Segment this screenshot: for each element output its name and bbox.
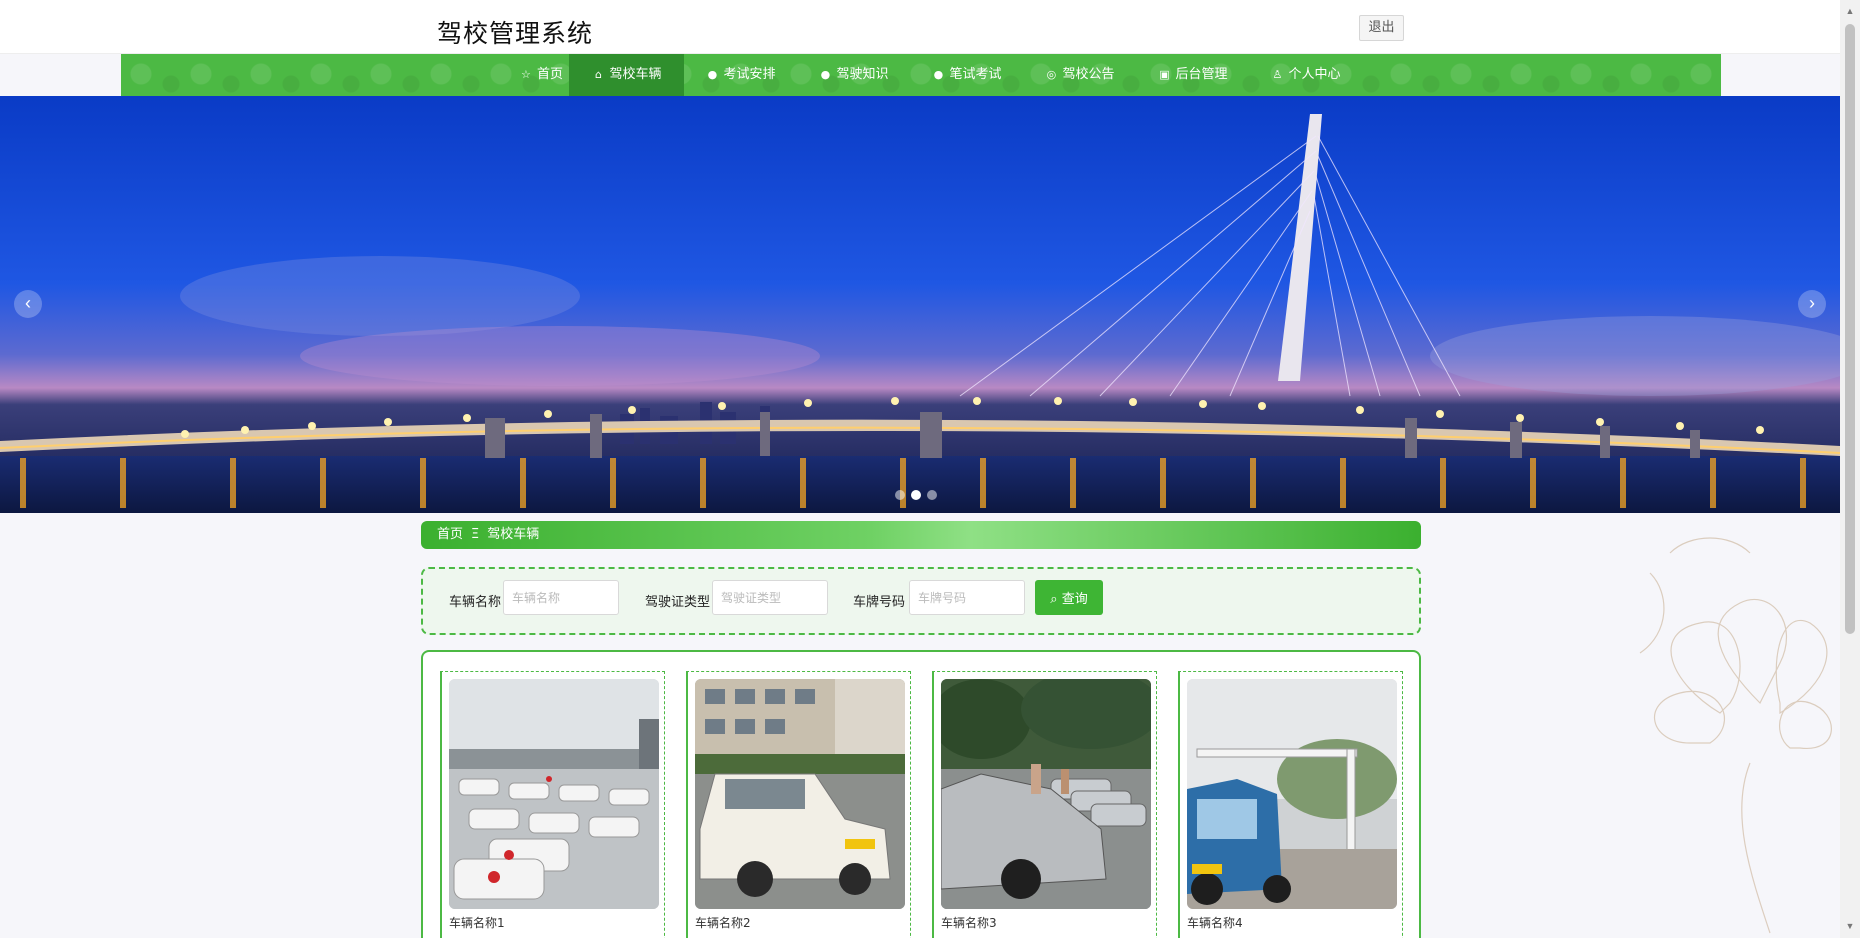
license-type-label: 驾驶证类型 (645, 595, 711, 610)
vehicle-card[interactable]: 车辆名称2 (686, 671, 911, 938)
carousel-prev-button[interactable]: ‹ (14, 290, 42, 318)
nav-item-profile[interactable]: ♙ 个人中心 (1249, 54, 1362, 96)
scroll-up-arrow-icon[interactable]: ▲ (1844, 5, 1856, 17)
nav-item-announcements[interactable]: ◎ 驾校公告 (1023, 54, 1136, 96)
scrollbar-thumb[interactable] (1845, 24, 1855, 634)
breadcrumb-home-link[interactable]: 首页 (437, 527, 463, 542)
logout-button[interactable]: 退出 (1359, 15, 1404, 41)
nav-item-label: 驾驶知识 (836, 67, 889, 82)
breadcrumb-separator: Ξ (471, 527, 480, 542)
site-title: 驾校管理系统 (437, 19, 594, 48)
plate-number-label: 车牌号码 (853, 595, 906, 610)
vehicle-image (449, 679, 659, 909)
user-icon: ♙ (1272, 68, 1283, 81)
vehicle-name-input[interactable] (503, 580, 619, 615)
plate-number-input[interactable] (909, 580, 1025, 615)
vehicle-card[interactable]: 车辆名称4 (1178, 671, 1403, 938)
info-icon: ● (933, 68, 944, 81)
vehicle-card[interactable]: 车辆名称3 (932, 671, 1157, 938)
nav-item-label: 后台管理 (1175, 67, 1228, 82)
globe-icon: ◎ (1046, 68, 1057, 81)
vehicle-image (1187, 679, 1397, 909)
nav-item-label: 笔试考试 (949, 67, 1002, 82)
info-icon: ● (820, 68, 831, 81)
main-nav: ☆ 首页 ⌂ 驾校车辆 ● 考试安排 ● 驾驶知识 ● 笔试考试 ◎ 驾校公告 ▣ 后台管理 … (121, 54, 1721, 96)
top-header: 驾校管理系统 退出 (0, 0, 1840, 54)
banner-carousel: ‹ › (0, 96, 1840, 513)
carousel-next-button[interactable]: › (1798, 290, 1826, 318)
vehicle-name: 车辆名称1 (449, 916, 505, 930)
vehicle-image (695, 679, 905, 909)
vehicle-list: 车辆名称1 车辆名称2 车辆名称3 车辆名称4 (421, 650, 1421, 938)
nav-item-driving-knowledge[interactable]: ● 驾驶知识 (797, 54, 910, 96)
carousel-dot-3[interactable] (927, 490, 937, 500)
search-panel: 车辆名称 驾驶证类型 车牌号码 ⌕ 查询 (421, 567, 1421, 635)
nav-item-admin[interactable]: ▣ 后台管理 (1136, 54, 1249, 96)
nav-item-label: 驾校车辆 (609, 67, 662, 82)
vehicle-name: 车辆名称3 (941, 916, 997, 930)
nav-item-label: 首页 (536, 67, 563, 82)
shopping-bag-icon: ⌂ (594, 68, 602, 81)
vehicle-name-label: 车辆名称 (449, 595, 502, 610)
vehicle-image (941, 679, 1151, 909)
breadcrumb: 首页 Ξ 驾校车辆 (421, 521, 1421, 549)
vehicle-card[interactable]: 车辆名称1 (440, 671, 665, 938)
nav-item-label: 驾校公告 (1062, 67, 1115, 82)
carousel-dot-1[interactable] (895, 490, 905, 500)
search-icon: ⌕ (1050, 592, 1058, 607)
nav-item-written-exam[interactable]: ● 笔试考试 (910, 54, 1023, 96)
nav-item-exam-schedule[interactable]: ● 考试安排 (684, 54, 797, 96)
carousel-dot-2[interactable] (911, 490, 921, 500)
star-icon: ☆ (521, 68, 531, 81)
breadcrumb-current: 驾校车辆 (487, 527, 540, 542)
info-icon: ● (707, 68, 718, 81)
nav-item-label: 考试安排 (723, 67, 776, 82)
scroll-down-arrow-icon[interactable]: ▼ (1844, 920, 1856, 932)
vehicle-name: 车辆名称2 (695, 916, 751, 930)
bridge-night-image (0, 96, 1840, 513)
nav-item-label: 个人中心 (1288, 67, 1341, 82)
search-button-label: 查询 (1061, 592, 1088, 607)
briefcase-icon: ▣ (1159, 68, 1170, 81)
flower-decoration (1639, 537, 1832, 934)
nav-item-vehicles[interactable]: ⌂ 驾校车辆 (569, 54, 684, 96)
page-scrollbar[interactable]: ▲ ▼ (1840, 0, 1860, 938)
search-button[interactable]: ⌕ 查询 (1035, 580, 1103, 615)
vehicle-name: 车辆名称4 (1187, 916, 1243, 930)
license-type-input[interactable] (712, 580, 828, 615)
